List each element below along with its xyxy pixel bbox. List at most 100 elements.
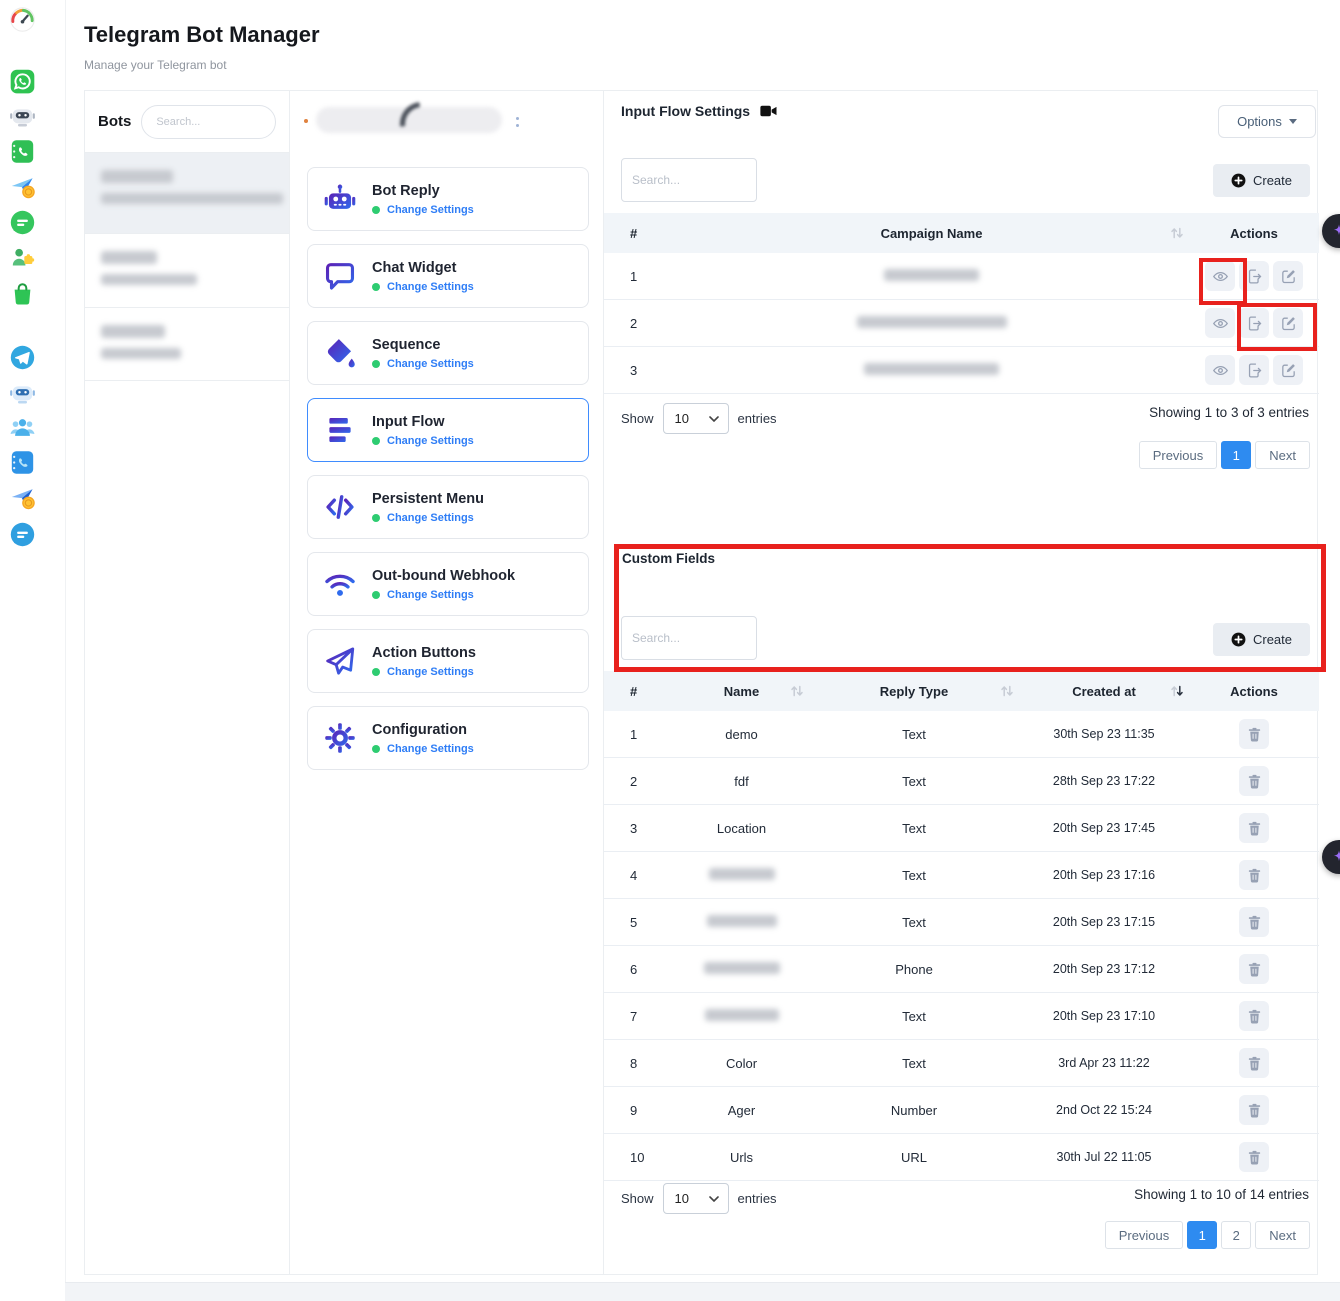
change-settings-link[interactable]: Change Settings	[387, 666, 474, 678]
video-camera-icon[interactable]	[760, 105, 778, 117]
previous-page-button[interactable]: Previous	[1139, 441, 1218, 469]
card-chat-widget[interactable]: Chat Widget Change Settings	[307, 244, 589, 308]
whatsapp-icon[interactable]	[9, 68, 36, 95]
sparkle-icon	[1331, 849, 1340, 865]
people-puzzle-icon[interactable]	[9, 243, 36, 270]
card-input-flow[interactable]: Input Flow Change Settings	[307, 398, 589, 462]
view-button[interactable]	[1205, 355, 1235, 385]
page-size-select[interactable]: 10	[663, 1183, 729, 1214]
card-persistent-menu[interactable]: Persistent Menu Change Settings	[307, 475, 589, 539]
custom-fields-search-input[interactable]	[621, 616, 757, 660]
change-settings-link[interactable]: Change Settings	[387, 589, 474, 601]
change-settings-link[interactable]: Change Settings	[387, 435, 474, 447]
gear-icon	[322, 720, 358, 756]
change-settings-link[interactable]: Change Settings	[387, 281, 474, 293]
card-configuration[interactable]: Configuration Change Settings	[307, 706, 589, 770]
page-1-button[interactable]: 1	[1221, 441, 1251, 469]
table-row: 10 Urls URL 30th Jul 22 11:05	[604, 1134, 1319, 1181]
card-sequence[interactable]: Sequence Change Settings	[307, 321, 589, 385]
delete-button[interactable]	[1239, 766, 1269, 796]
section-title: Input Flow Settings	[621, 103, 750, 119]
delete-button[interactable]	[1239, 907, 1269, 937]
robot-blue-icon[interactable]	[9, 379, 36, 406]
bot-list-item-1[interactable]	[85, 153, 289, 234]
page-2-button[interactable]: 2	[1221, 1221, 1251, 1249]
speedtest-icon[interactable]	[9, 6, 36, 33]
sort-icon	[790, 685, 804, 697]
page-1-button[interactable]: 1	[1187, 1221, 1217, 1249]
card-action-buttons[interactable]: Action Buttons Change Settings	[307, 629, 589, 693]
created-at: 30th Sep 23 11:35	[1019, 727, 1189, 741]
col-header-num[interactable]: #	[604, 226, 674, 241]
card-title: Persistent Menu	[372, 491, 484, 507]
input-flow-table: # Campaign Name Actions 1	[604, 213, 1319, 394]
row-number: 1	[604, 727, 674, 742]
custom-fields-table: # Name Reply Type Created at	[604, 671, 1319, 1181]
delete-button[interactable]	[1239, 813, 1269, 843]
delete-button[interactable]	[1239, 1048, 1269, 1078]
options-button[interactable]: Options	[1218, 105, 1316, 138]
list-bars-icon	[322, 412, 358, 448]
trash-icon	[1246, 820, 1263, 837]
view-button[interactable]	[1205, 261, 1235, 291]
delete-button[interactable]	[1239, 1095, 1269, 1125]
chevron-down-icon	[1289, 119, 1297, 124]
change-settings-link[interactable]: Change Settings	[387, 204, 474, 216]
paper-plane-coin-blue-icon[interactable]	[9, 484, 36, 511]
chat-green-icon[interactable]	[9, 209, 36, 236]
robot-gray-icon[interactable]	[9, 102, 36, 129]
row-number: 4	[604, 868, 674, 883]
card-title: Out-bound Webhook	[372, 568, 515, 584]
view-button[interactable]	[1205, 308, 1235, 338]
contacts-blue-icon[interactable]	[9, 449, 36, 476]
page-size-select[interactable]: 10	[663, 403, 729, 434]
change-settings-link[interactable]: Change Settings	[387, 358, 474, 370]
edit-button[interactable]	[1273, 261, 1303, 291]
input-flow-pagination: Previous 1 Next	[1139, 441, 1310, 469]
delete-button[interactable]	[1239, 1001, 1269, 1031]
workspace: Bots	[84, 90, 1318, 1275]
col-header-name[interactable]: Name	[674, 684, 809, 699]
card-bot-reply[interactable]: Bot Reply Change Settings	[307, 167, 589, 231]
shopping-bag-icon[interactable]	[9, 280, 36, 307]
input-flow-create-button[interactable]: Create	[1213, 164, 1310, 197]
delete-button[interactable]	[1239, 719, 1269, 749]
next-page-button[interactable]: Next	[1255, 1221, 1310, 1249]
col-header-campaign[interactable]: Campaign Name	[674, 226, 1189, 241]
card-outbound-webhook[interactable]: Out-bound Webhook Change Settings	[307, 552, 589, 616]
table-row: 5 Text 20th Sep 23 17:15	[604, 899, 1319, 946]
next-page-button[interactable]: Next	[1255, 441, 1310, 469]
custom-fields-create-button[interactable]: Create	[1213, 623, 1310, 656]
delete-button[interactable]	[1239, 860, 1269, 890]
change-settings-link[interactable]: Change Settings	[387, 743, 474, 755]
input-flow-search-input[interactable]	[621, 158, 757, 202]
status-dot	[304, 119, 308, 123]
bot-list-item-2[interactable]	[85, 234, 289, 308]
paper-plane-icon	[322, 643, 358, 679]
bots-search-input[interactable]	[141, 105, 276, 139]
col-header-created-at[interactable]: Created at	[1019, 684, 1189, 699]
contacts-green-icon[interactable]	[9, 138, 36, 165]
edit-button[interactable]	[1273, 355, 1303, 385]
export-button[interactable]	[1239, 355, 1269, 385]
people-group-icon[interactable]	[9, 414, 36, 441]
chat-blue-icon[interactable]	[9, 521, 36, 548]
bot-list-item-3[interactable]	[85, 308, 289, 381]
delete-button[interactable]	[1239, 954, 1269, 984]
card-title: Bot Reply	[372, 183, 474, 199]
row-number: 8	[604, 1056, 674, 1071]
col-header-reply-type[interactable]: Reply Type	[809, 684, 1019, 699]
export-button[interactable]	[1239, 261, 1269, 291]
telegram-icon[interactable]	[9, 344, 36, 371]
file-export-icon	[1246, 268, 1263, 285]
export-button[interactable]	[1239, 308, 1269, 338]
chat-bubble-icon	[322, 258, 358, 294]
table-row: 2	[604, 300, 1319, 347]
change-settings-link[interactable]: Change Settings	[387, 512, 474, 524]
previous-page-button[interactable]: Previous	[1105, 1221, 1184, 1249]
col-header-num[interactable]: #	[604, 684, 674, 699]
edit-button[interactable]	[1273, 308, 1303, 338]
delete-button[interactable]	[1239, 1142, 1269, 1172]
created-at: 20th Sep 23 17:12	[1019, 962, 1189, 976]
paper-plane-coin-icon[interactable]	[9, 173, 36, 200]
